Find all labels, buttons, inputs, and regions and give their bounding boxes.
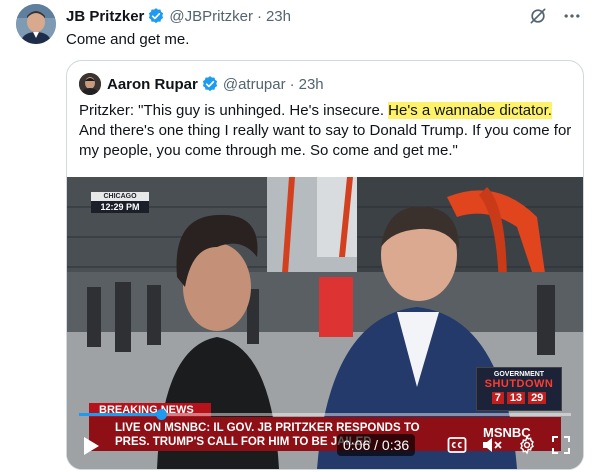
quote-text: Pritzker: "This guy is unhinged. He's in… (79, 101, 573, 161)
video-progress-fill (79, 413, 162, 416)
quote-header: Aaron Rupar @atrupar · 23h (79, 73, 324, 95)
shutdown-counter-value: 13 (506, 392, 526, 404)
quote-author-name[interactable]: Aaron Rupar (107, 76, 198, 93)
tweet-header: JB Pritzker @JBPritzker · 23h (66, 6, 291, 26)
settings-icon[interactable] (517, 435, 537, 455)
video-time: 0:06 / 0:36 (337, 434, 416, 456)
tweet-actions (528, 6, 582, 31)
quote-avatar[interactable] (79, 73, 101, 95)
location-badge: CHICAGO 12:29 PM (91, 192, 149, 213)
tweet-time[interactable]: 23h (266, 8, 291, 25)
clock-label: 12:29 PM (100, 202, 140, 212)
avatar[interactable] (16, 4, 56, 44)
separator-dot: · (256, 7, 262, 25)
quoted-tweet[interactable]: Aaron Rupar @atrupar · 23h Pritzker: "Th… (66, 60, 584, 470)
verified-badge-icon (147, 7, 165, 25)
shutdown-counter: 7 13 29 (477, 392, 561, 404)
quote-text-end: And there's one thing I really want to s… (79, 122, 572, 159)
captions-icon[interactable] (447, 436, 467, 454)
quote-time[interactable]: 23h (299, 76, 324, 93)
shutdown-counter-value: 29 (528, 392, 547, 404)
fullscreen-icon[interactable] (551, 435, 571, 455)
more-icon[interactable] (562, 6, 582, 31)
shutdown-counter-value: 7 (491, 392, 504, 404)
shutdown-badge: GOVERNMENT SHUTDOWN 7 13 29 (476, 367, 562, 411)
author-handle[interactable]: @JBPritzker (169, 8, 253, 25)
tweet-text: Come and get me. (66, 31, 190, 48)
time-separator: / (370, 437, 382, 453)
video-progress-bar[interactable] (79, 409, 571, 420)
grok-icon[interactable] (528, 6, 548, 31)
author-name[interactable]: JB Pritzker (66, 8, 144, 25)
quote-text-highlight: He's a wannabe dictator. (388, 102, 552, 119)
location-label: CHICAGO (91, 192, 149, 201)
quote-text-start: Pritzker: "This guy is unhinged. He's in… (79, 102, 389, 119)
shutdown-badge-title: SHUTDOWN (484, 378, 554, 390)
verified-badge-icon (201, 75, 219, 93)
duration: 0:36 (381, 437, 410, 453)
separator-dot: · (289, 75, 295, 93)
video-player[interactable]: CHICAGO 12:29 PM GOVERNMENT SHUTDOWN 7 1… (67, 177, 583, 469)
mute-icon[interactable] (481, 435, 503, 455)
video-control-icons (447, 435, 571, 455)
current-time: 0:06 (343, 437, 371, 453)
quote-author-handle[interactable]: @atrupar (223, 76, 286, 93)
video-controls: 0:06 / 0:36 (67, 431, 583, 461)
play-icon[interactable] (81, 435, 101, 462)
shutdown-badge-top: GOVERNMENT (493, 371, 545, 378)
